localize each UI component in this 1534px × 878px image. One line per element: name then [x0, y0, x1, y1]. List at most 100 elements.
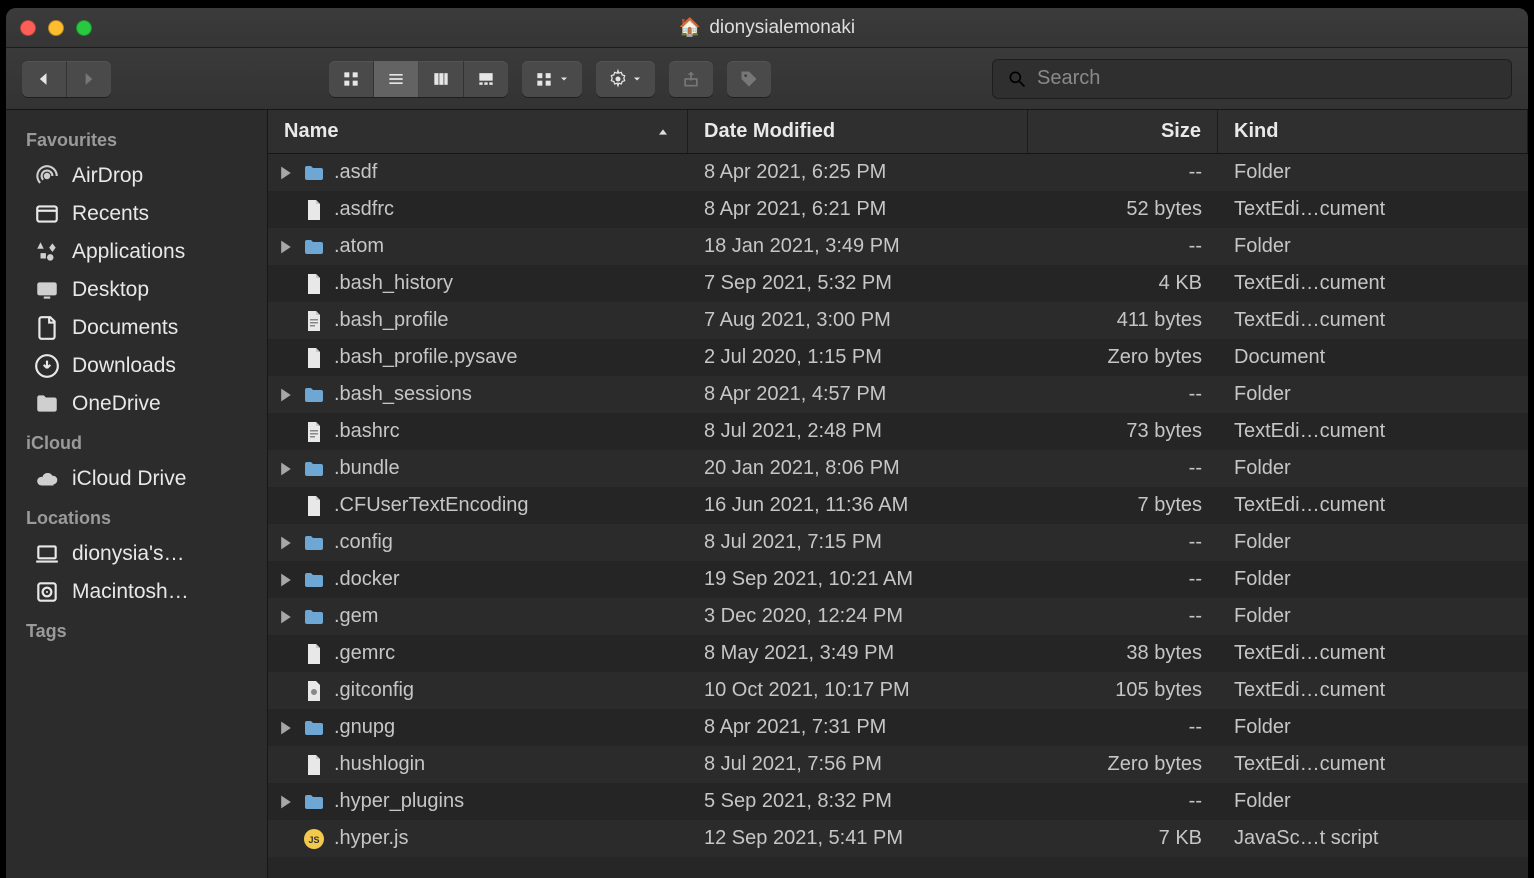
- file-row[interactable]: .bash_history7 Sep 2021, 5:32 PM4 KBText…: [268, 265, 1528, 302]
- sidebar-item-dionysia-s-[interactable]: dionysia's…: [6, 535, 267, 573]
- file-row[interactable]: .gemrc8 May 2021, 3:49 PM38 bytesTextEdi…: [268, 635, 1528, 672]
- cell-date: 7 Aug 2021, 3:00 PM: [688, 309, 1028, 332]
- file-row[interactable]: .gnupg8 Apr 2021, 7:31 PM--Folder: [268, 709, 1528, 746]
- column-view-button[interactable]: [419, 61, 464, 97]
- file-row[interactable]: .atom18 Jan 2021, 3:49 PM--Folder: [268, 228, 1528, 265]
- file-row[interactable]: .hushlogin8 Jul 2021, 7:56 PMZero bytesT…: [268, 746, 1528, 783]
- file-row[interactable]: .hyper_plugins 5 Sep 2021, 8:32 PM--Folde…: [268, 783, 1528, 820]
- file-row[interactable]: .asdf8 Apr 2021, 6:25 PM--Folder: [268, 154, 1528, 191]
- close-button[interactable]: [20, 20, 36, 36]
- cell-date: 2 Jul 2020, 1:15 PM: [688, 346, 1028, 369]
- folder-icon: [34, 391, 60, 417]
- file-row[interactable]: .bash_sessions8 Apr 2021, 4:57 PM--Folde…: [268, 376, 1528, 413]
- file-row[interactable]: .bash_profile.pysave 2 Jul 2020, 1:15 PMZ…: [268, 339, 1528, 376]
- file-rows[interactable]: .asdf8 Apr 2021, 6:25 PM--Folder.asdfrc8…: [268, 154, 1528, 878]
- toolbar: [6, 48, 1528, 110]
- file-name: .hushlogin: [334, 753, 425, 776]
- list-view-button[interactable]: [374, 61, 419, 97]
- disclosure-triangle-icon[interactable]: [278, 794, 294, 810]
- cell-kind: TextEdi…cument: [1218, 198, 1528, 221]
- sidebar[interactable]: FavouritesAirDropRecentsApplicationsDesk…: [6, 110, 268, 878]
- disclosure-triangle-icon[interactable]: [278, 387, 294, 403]
- sidebar-section-favourites: Favourites: [6, 120, 267, 157]
- file-row[interactable]: .bundle20 Jan 2021, 8:06 PM--Folder: [268, 450, 1528, 487]
- file-row[interactable]: .bash_profile7 Aug 2021, 3:00 PM411 byte…: [268, 302, 1528, 339]
- file-row[interactable]: .gem3 Dec 2020, 12:24 PM--Folder: [268, 598, 1528, 635]
- disclosure-triangle-icon[interactable]: [278, 572, 294, 588]
- sidebar-item-downloads[interactable]: Downloads: [6, 347, 267, 385]
- file-name: .gnupg: [334, 716, 395, 739]
- cell-size: --: [1028, 531, 1218, 554]
- sidebar-item-desktop[interactable]: Desktop: [6, 271, 267, 309]
- cell-size: 411 bytes: [1028, 309, 1218, 332]
- cell-name: .CFUserTextEncoding: [268, 494, 688, 518]
- cell-size: Zero bytes: [1028, 346, 1218, 369]
- search-field[interactable]: [992, 59, 1512, 99]
- sidebar-item-airdrop[interactable]: AirDrop: [6, 157, 267, 195]
- column-size[interactable]: Size: [1028, 110, 1218, 153]
- disclosure-triangle-icon[interactable]: [278, 461, 294, 477]
- column-date[interactable]: Date Modified: [688, 110, 1028, 153]
- file-name: .gemrc: [334, 642, 395, 665]
- cell-kind: JavaSc…t script: [1218, 827, 1528, 850]
- cell-size: 7 bytes: [1028, 494, 1218, 517]
- sidebar-item-applications[interactable]: Applications: [6, 233, 267, 271]
- titlebar[interactable]: 🏠 dionysialemonaki: [6, 8, 1528, 48]
- file-row[interactable]: .config8 Jul 2021, 7:15 PM--Folder: [268, 524, 1528, 561]
- search-icon: [1007, 69, 1027, 89]
- file-row[interactable]: .hyper.js12 Sep 2021, 5:41 PM7 KBJavaSc……: [268, 820, 1528, 857]
- cell-name: .bash_sessions: [268, 383, 688, 407]
- sidebar-item-onedrive[interactable]: OneDrive: [6, 385, 267, 423]
- sidebar-item-documents[interactable]: Documents: [6, 309, 267, 347]
- cell-date: 5 Sep 2021, 8:32 PM: [688, 790, 1028, 813]
- cell-size: --: [1028, 235, 1218, 258]
- tags-button[interactable]: [727, 61, 771, 97]
- disclosure-triangle-icon[interactable]: [278, 165, 294, 181]
- file-row[interactable]: .bashrc8 Jul 2021, 2:48 PM73 bytesTextEd…: [268, 413, 1528, 450]
- window-controls: [20, 20, 92, 36]
- sidebar-section-locations: Locations: [6, 498, 267, 535]
- disclosure-triangle-icon[interactable]: [278, 535, 294, 551]
- minimize-button[interactable]: [48, 20, 64, 36]
- icon-view-button[interactable]: [329, 61, 374, 97]
- home-icon: 🏠: [679, 17, 701, 38]
- cell-kind: Folder: [1218, 235, 1528, 258]
- file-row[interactable]: .CFUserTextEncoding16 Jun 2021, 11:36 AM…: [268, 487, 1528, 524]
- cell-size: --: [1028, 605, 1218, 628]
- sidebar-item-icloud-drive[interactable]: iCloud Drive: [6, 460, 267, 498]
- column-kind[interactable]: Kind: [1218, 110, 1528, 153]
- cell-kind: Document: [1218, 346, 1528, 369]
- doc-icon: [302, 198, 326, 222]
- cell-kind: TextEdi…cument: [1218, 679, 1528, 702]
- file-name: .bash_profile.pysave: [334, 346, 517, 369]
- disclosure-triangle-icon[interactable]: [278, 720, 294, 736]
- file-row[interactable]: .gitconfig10 Oct 2021, 10:17 PM105 bytes…: [268, 672, 1528, 709]
- cell-size: 73 bytes: [1028, 420, 1218, 443]
- action-button[interactable]: [596, 61, 656, 97]
- cell-kind: Folder: [1218, 790, 1528, 813]
- doc-icon: [302, 642, 326, 666]
- cell-size: 4 KB: [1028, 272, 1218, 295]
- zoom-button[interactable]: [76, 20, 92, 36]
- cell-size: 38 bytes: [1028, 642, 1218, 665]
- disclosure-triangle-icon[interactable]: [278, 239, 294, 255]
- sidebar-item-label: dionysia's…: [72, 542, 185, 566]
- cell-size: --: [1028, 790, 1218, 813]
- file-row[interactable]: .docker19 Sep 2021, 10:21 AM--Folder: [268, 561, 1528, 598]
- share-button[interactable]: [669, 61, 713, 97]
- sidebar-item-recents[interactable]: Recents: [6, 195, 267, 233]
- group-button[interactable]: [522, 61, 582, 97]
- cell-date: 8 Apr 2021, 4:57 PM: [688, 383, 1028, 406]
- column-name[interactable]: Name: [268, 110, 688, 153]
- sidebar-item-macintosh-[interactable]: Macintosh…: [6, 573, 267, 611]
- sidebar-section-tags: Tags: [6, 611, 267, 648]
- file-name: .hyper_plugins: [334, 790, 464, 813]
- gallery-view-button[interactable]: [464, 61, 508, 97]
- disclosure-triangle-icon[interactable]: [278, 609, 294, 625]
- back-button[interactable]: [22, 61, 67, 97]
- forward-button[interactable]: [67, 61, 111, 97]
- file-row[interactable]: .asdfrc8 Apr 2021, 6:21 PM52 bytesTextEd…: [268, 191, 1528, 228]
- cell-size: Zero bytes: [1028, 753, 1218, 776]
- search-input[interactable]: [1037, 67, 1497, 90]
- file-name: .hyper.js: [334, 827, 408, 850]
